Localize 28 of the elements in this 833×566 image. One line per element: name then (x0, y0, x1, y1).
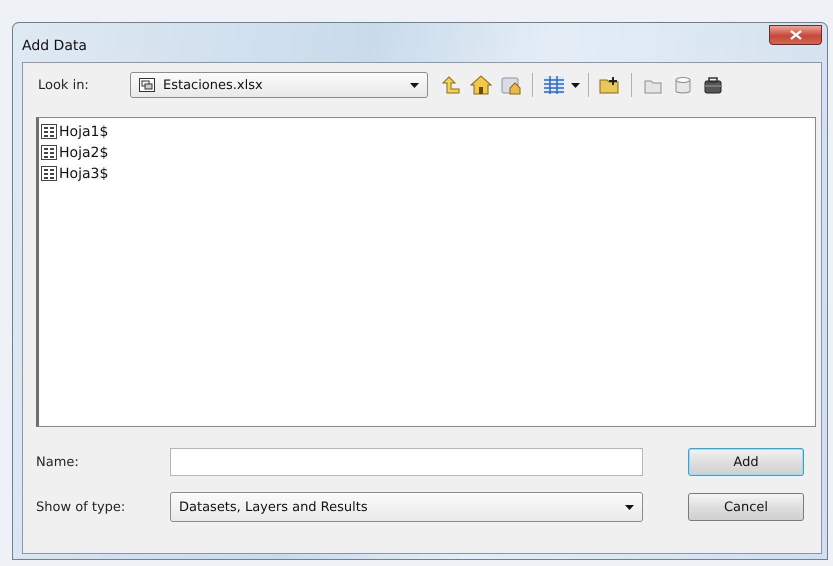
up-arrow-icon (441, 75, 461, 95)
database-home-icon (500, 75, 522, 95)
workbook-icon (139, 78, 155, 92)
caret-icon (625, 504, 634, 510)
look-in-dropdown[interactable]: Estaciones.xlsx (130, 72, 428, 98)
name-field[interactable] (170, 448, 643, 476)
grid-view-icon (543, 75, 565, 95)
list-item[interactable]: Hoja3$ (41, 163, 112, 184)
window-title: Add Data (22, 38, 87, 54)
table-icon (41, 166, 57, 181)
table-icon (41, 145, 57, 160)
look-in-label: Look in: (37, 78, 90, 92)
caret-icon (571, 82, 580, 88)
name-label: Name: (36, 454, 80, 470)
folder-plus-icon (599, 75, 621, 95)
table-icon (41, 124, 57, 139)
list-item[interactable]: Hoja1$ (41, 121, 112, 142)
list-item[interactable]: Hoja2$ (41, 142, 112, 163)
close-button[interactable] (769, 25, 822, 45)
cylinder-icon (673, 75, 693, 95)
type-label: Show of type: (36, 500, 126, 514)
close-icon (790, 30, 802, 40)
caret-icon (410, 82, 419, 88)
add-button[interactable]: Add (688, 448, 804, 476)
type-dropdown[interactable]: Datasets, Layers and Results (170, 492, 643, 522)
cancel-button[interactable]: Cancel (688, 493, 804, 521)
home-icon (470, 75, 492, 95)
toolbox-icon (703, 75, 723, 95)
